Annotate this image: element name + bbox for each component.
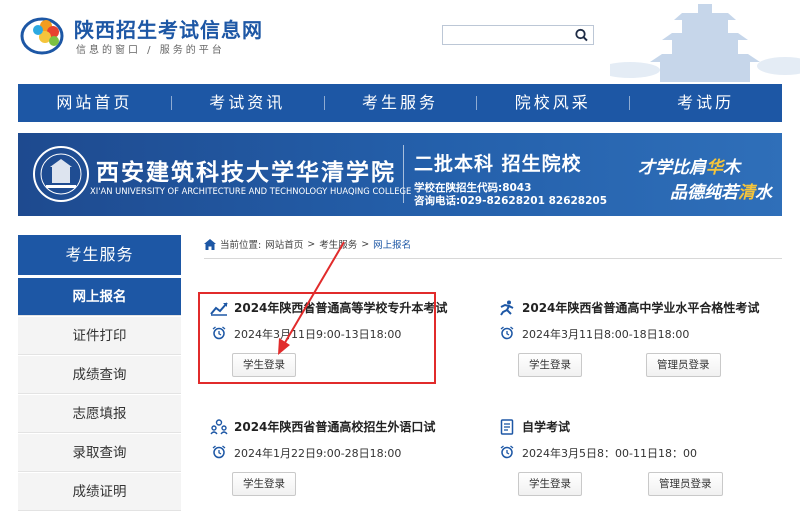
site-header: 陕西招生考试信息网 信息的窗口 / 服务的平台 (0, 0, 800, 82)
exam-title[interactable]: 2024年陕西省普通高校招生外语口试 (234, 418, 435, 435)
search-icon[interactable] (573, 27, 591, 43)
motto-2-c: 水 (755, 183, 772, 203)
pagoda-decoration-icon (610, 4, 800, 82)
motto-1-c: 木 (723, 158, 740, 178)
main-nav: 网站首页 考试资讯 考生服务 院校风采 考试历 (18, 84, 782, 122)
sidebar-item-application[interactable]: 志愿填报 (18, 395, 181, 433)
breadcrumb-prefix: 当前位置: (220, 240, 262, 251)
home-icon (204, 238, 216, 250)
alarm-clock-icon (500, 326, 514, 340)
document-icon (500, 419, 514, 435)
breadcrumb-current: 网上报名 (373, 240, 412, 251)
exam-date: 2024年3月5日8：00-11日18：00 (522, 447, 697, 460)
banner-divider (403, 145, 404, 203)
nav-item-home[interactable]: 网站首页 (18, 84, 171, 122)
ad-banner[interactable]: 西安建筑科技大学华清学院 XI'AN UNIVERSITY OF ARCHITE… (18, 133, 782, 216)
nav-item-services[interactable]: 考生服务 (323, 84, 477, 122)
admin-login-button[interactable]: 管理员登录 (646, 353, 721, 377)
sidebar-item-online-registration[interactable]: 网上报名 (18, 278, 181, 316)
exam-date: 2024年3月11日8:00-18日18:00 (522, 328, 690, 341)
exam-title[interactable]: 自学考试 (522, 418, 570, 435)
search-box (442, 25, 594, 45)
exam-date: 2024年1月22日9:00-28日18:00 (234, 447, 402, 460)
sidebar-heading: 考生服务 (18, 235, 181, 275)
school-name-en: XI'AN UNIVERSITY OF ARCHITECTURE AND TEC… (90, 186, 412, 196)
sidebar-item-score-certificate[interactable]: 成绩证明 (18, 473, 181, 511)
sidebar-item-score-query[interactable]: 成绩查询 (18, 356, 181, 394)
motto-2-a: 品德纯若 (670, 183, 738, 203)
motto-1-b: 华 (706, 158, 723, 178)
sidebar: 考生服务 网上报名 证件打印 成绩查询 志愿填报 录取查询 成绩证明 (18, 235, 181, 514)
exam-card-oral: 2024年陕西省普通高校招生外语口试 2024年1月22日9:00-28日18:… (210, 418, 470, 498)
breadcrumb-section[interactable]: 考生服务 (319, 237, 357, 251)
school-name-cn: 西安建筑科技大学华清学院 (96, 159, 396, 186)
motto-line-2: 品德纯若清水 (670, 178, 772, 203)
sidebar-item-admission-query[interactable]: 录取查询 (18, 434, 181, 472)
motto-1-a: 才学比肩 (638, 158, 706, 178)
exam-title[interactable]: 2024年陕西省普通高中学业水平合格性考试 (522, 299, 759, 316)
admin-login-button[interactable]: 管理员登录 (648, 472, 723, 496)
nav-item-news[interactable]: 考试资讯 (170, 84, 324, 122)
exam-card-academic: 2024年陕西省普通高中学业水平合格性考试 2024年3月11日8:00-18日… (498, 299, 778, 379)
exam-card-self-study: 自学考试 2024年3月5日8：00-11日18：00 学生登录 管理员登录 (498, 418, 778, 498)
site-title[interactable]: 陕西招生考试信息网 (74, 14, 263, 43)
motto-line-1: 才学比肩华木 (638, 153, 740, 178)
school-emblem-icon (33, 146, 89, 202)
student-login-button[interactable]: 学生登录 (518, 472, 582, 496)
breadcrumb: 当前位置: 网站首页 > 考生服务 > 网上报名 (204, 236, 415, 252)
people-group-icon (210, 419, 228, 435)
breadcrumb-divider (204, 258, 782, 259)
alarm-clock-icon (500, 445, 514, 459)
search-input[interactable] (443, 26, 571, 44)
alarm-clock-icon (212, 445, 226, 459)
school-phone: 咨询电话:029-82628201 82628205 (414, 195, 608, 207)
breadcrumb-separator: > (361, 238, 370, 250)
runner-icon (500, 300, 514, 316)
nav-item-history[interactable]: 考试历 (629, 84, 782, 122)
flower-logo-icon[interactable] (20, 12, 68, 56)
site-slogan: 信息的窗口 / 服务的平台 (76, 45, 225, 56)
highlight-box (198, 292, 436, 384)
admission-tag: 二批本科 招生院校 (414, 153, 582, 175)
student-login-button[interactable]: 学生登录 (232, 472, 296, 496)
student-login-button[interactable]: 学生登录 (518, 353, 582, 377)
breadcrumb-separator: > (307, 238, 316, 250)
motto-2-b: 清 (738, 183, 755, 203)
sidebar-item-certificate-print[interactable]: 证件打印 (18, 317, 181, 355)
breadcrumb-home[interactable]: 网站首页 (265, 237, 303, 251)
nav-item-colleges[interactable]: 院校风采 (476, 84, 629, 122)
